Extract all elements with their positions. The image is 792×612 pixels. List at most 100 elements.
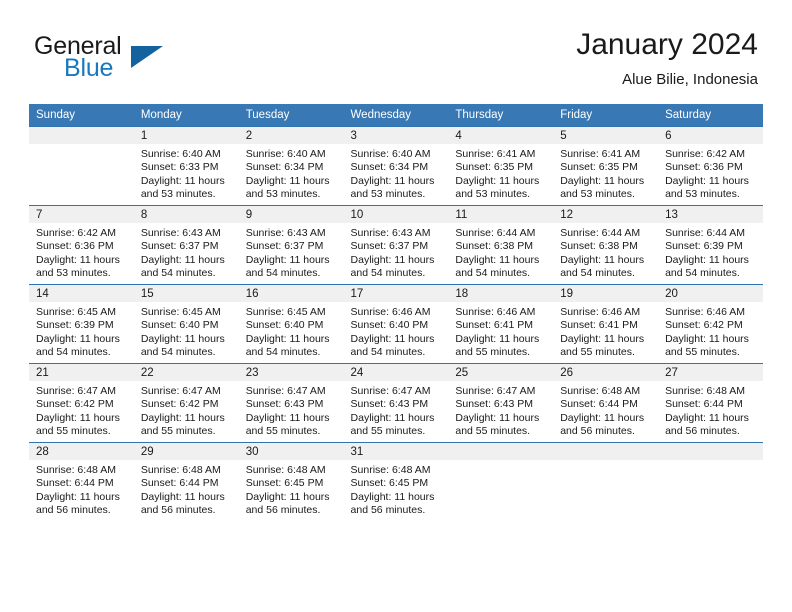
day-cell[interactable]: 6 Sunrise: 6:42 AM Sunset: 6:36 PM Daylight… xyxy=(658,126,763,206)
day-cell[interactable] xyxy=(448,442,554,521)
daylight-text-line2: and 53 minutes. xyxy=(350,188,426,201)
day-number: 27 xyxy=(658,364,763,381)
day-cell[interactable]: 4 Sunrise: 6:41 AM Sunset: 6:35 PM Daylight… xyxy=(448,126,554,206)
triangle-icon xyxy=(131,46,163,68)
day-number: 12 xyxy=(553,206,659,223)
sunrise-text: Sunrise: 6:45 AM xyxy=(245,306,326,318)
sunset-text: Sunset: 6:40 PM xyxy=(245,319,324,332)
daylight-text-line2: and 54 minutes. xyxy=(36,346,111,359)
day-number: 18 xyxy=(448,285,554,302)
day-cell[interactable]: 18 Sunrise: 6:46 AM Sunset: 6:41 PM Dayligh… xyxy=(448,284,554,364)
sunset-text: Sunset: 6:38 PM xyxy=(455,240,534,253)
day-cell[interactable]: 15 Sunrise: 6:45 AM Sunset: 6:40 PM Dayligh… xyxy=(133,284,239,364)
day-cell[interactable]: 19 Sunrise: 6:46 AM Sunset: 6:41 PM Dayligh… xyxy=(553,284,659,364)
day-cell[interactable]: 31 Sunrise: 6:48 AM Sunset: 6:45 PM Dayligh… xyxy=(343,442,449,521)
sunrise-text: Sunrise: 6:48 AM xyxy=(665,385,746,397)
sunrise-text: Sunrise: 6:43 AM xyxy=(140,227,221,239)
day-cell[interactable]: 1 Sunrise: 6:40 AM Sunset: 6:33 PM Daylight… xyxy=(133,126,239,206)
day-number: 31 xyxy=(343,443,449,460)
day-cell[interactable]: 29 Sunrise: 6:48 AM Sunset: 6:44 PM Dayligh… xyxy=(133,442,239,521)
sunrise-text: Sunrise: 6:44 AM xyxy=(665,227,746,239)
daylight-text-line1: Daylight: 11 hours xyxy=(140,253,225,266)
day-cell[interactable]: 10 Sunrise: 6:43 AM Sunset: 6:37 PM Dayligh… xyxy=(343,205,449,285)
day-number: 5 xyxy=(553,127,659,144)
day-cell[interactable]: 20 Sunrise: 6:46 AM Sunset: 6:42 PM Dayligh… xyxy=(658,284,763,364)
daylight-text-line2: and 54 minutes. xyxy=(245,267,321,280)
day-cell[interactable]: 25 Sunrise: 6:47 AM Sunset: 6:43 PM Dayligh… xyxy=(448,363,554,443)
daylight-text-line2: and 54 minutes. xyxy=(665,267,740,280)
daylight-text-line1: Daylight: 11 hours xyxy=(350,332,435,345)
daylight-text-line1: Daylight: 11 hours xyxy=(665,253,749,266)
day-cell[interactable]: 2 Sunrise: 6:40 AM Sunset: 6:34 PM Daylight… xyxy=(238,126,344,206)
daylight-text-line2: and 53 minutes. xyxy=(455,188,531,201)
day-cell[interactable]: 28 Sunrise: 6:48 AM Sunset: 6:44 PM Dayligh… xyxy=(29,442,134,521)
daylight-text-line2: and 55 minutes. xyxy=(560,346,635,359)
general-blue-logo[interactable]: General Blue xyxy=(34,34,274,90)
sunset-text: Sunset: 6:43 PM xyxy=(350,398,429,411)
sunrise-text: Sunrise: 6:46 AM xyxy=(560,306,641,318)
daylight-text-line1: Daylight: 11 hours xyxy=(140,174,225,187)
day-number: 6 xyxy=(658,127,763,144)
sunset-text: Sunset: 6:40 PM xyxy=(140,319,219,332)
day-cell[interactable] xyxy=(658,442,763,521)
daylight-text-line2: and 54 minutes. xyxy=(350,267,426,280)
daylight-text-line2: and 53 minutes. xyxy=(560,188,635,201)
sunrise-text: Sunrise: 6:46 AM xyxy=(665,306,746,318)
daylight-text-line2: and 53 minutes. xyxy=(245,188,321,201)
day-cell[interactable]: 27 Sunrise: 6:48 AM Sunset: 6:44 PM Dayligh… xyxy=(658,363,763,443)
sunrise-text: Sunrise: 6:42 AM xyxy=(36,227,116,239)
day-cell[interactable]: 17 Sunrise: 6:46 AM Sunset: 6:40 PM Dayligh… xyxy=(343,284,449,364)
sunset-text: Sunset: 6:44 PM xyxy=(36,477,114,490)
daylight-text-line2: and 55 minutes. xyxy=(350,425,426,438)
sunrise-text: Sunrise: 6:47 AM xyxy=(36,385,116,397)
daylight-text-line1: Daylight: 11 hours xyxy=(245,332,330,345)
sunset-text: Sunset: 6:34 PM xyxy=(350,161,429,174)
sunrise-text: Sunrise: 6:48 AM xyxy=(140,464,221,476)
day-number: 21 xyxy=(29,364,134,381)
day-cell[interactable]: 14 Sunrise: 6:45 AM Sunset: 6:39 PM Dayligh… xyxy=(29,284,134,364)
daylight-text-line1: Daylight: 11 hours xyxy=(245,490,330,503)
day-number: 7 xyxy=(29,206,134,223)
day-cell[interactable]: 9 Sunrise: 6:43 AM Sunset: 6:37 PM Daylight… xyxy=(238,205,344,285)
day-number: 4 xyxy=(448,127,554,144)
day-cell[interactable]: 5 Sunrise: 6:41 AM Sunset: 6:35 PM Daylight… xyxy=(553,126,659,206)
daylight-text-line1: Daylight: 11 hours xyxy=(350,174,435,187)
day-cell[interactable]: 26 Sunrise: 6:48 AM Sunset: 6:44 PM Dayligh… xyxy=(553,363,659,443)
calendar-week-row: 14 Sunrise: 6:45 AM Sunset: 6:39 PM Dayligh… xyxy=(29,284,763,364)
day-number: 17 xyxy=(343,285,449,302)
daylight-text-line2: and 55 minutes. xyxy=(140,425,216,438)
day-number: 11 xyxy=(448,206,554,223)
daylight-text-line1: Daylight: 11 hours xyxy=(455,332,540,345)
weekday-header-wednesday: Wednesday xyxy=(343,104,449,127)
sunset-text: Sunset: 6:37 PM xyxy=(350,240,429,253)
day-number: 24 xyxy=(343,364,449,381)
day-cell[interactable] xyxy=(553,442,659,521)
day-number: 26 xyxy=(553,364,659,381)
day-cell[interactable]: 30 Sunrise: 6:48 AM Sunset: 6:45 PM Dayligh… xyxy=(238,442,344,521)
day-number: 9 xyxy=(238,206,344,223)
day-cell[interactable]: 24 Sunrise: 6:47 AM Sunset: 6:43 PM Dayligh… xyxy=(343,363,449,443)
sunset-text: Sunset: 6:42 PM xyxy=(665,319,743,332)
day-cell[interactable]: 22 Sunrise: 6:47 AM Sunset: 6:42 PM Dayligh… xyxy=(133,363,239,443)
day-cell[interactable]: 12 Sunrise: 6:44 AM Sunset: 6:38 PM Dayligh… xyxy=(553,205,659,285)
sunset-text: Sunset: 6:36 PM xyxy=(665,161,743,174)
day-number: 25 xyxy=(448,364,554,381)
sunrise-text: Sunrise: 6:45 AM xyxy=(36,306,116,318)
sunrise-text: Sunrise: 6:43 AM xyxy=(245,227,326,239)
day-cell[interactable] xyxy=(29,126,134,206)
day-cell[interactable]: 11 Sunrise: 6:44 AM Sunset: 6:38 PM Dayligh… xyxy=(448,205,554,285)
day-cell[interactable]: 7 Sunrise: 6:42 AM Sunset: 6:36 PM Daylight… xyxy=(29,205,134,285)
sunrise-text: Sunrise: 6:40 AM xyxy=(350,148,431,160)
daylight-text-line2: and 56 minutes. xyxy=(350,504,426,517)
day-cell[interactable]: 23 Sunrise: 6:47 AM Sunset: 6:43 PM Dayligh… xyxy=(238,363,344,443)
daylight-text-line1: Daylight: 11 hours xyxy=(665,411,749,424)
sunrise-text: Sunrise: 6:48 AM xyxy=(560,385,641,397)
day-cell[interactable]: 16 Sunrise: 6:45 AM Sunset: 6:40 PM Dayligh… xyxy=(238,284,344,364)
day-cell[interactable]: 21 Sunrise: 6:47 AM Sunset: 6:42 PM Dayligh… xyxy=(29,363,134,443)
day-number xyxy=(448,443,554,460)
day-cell[interactable]: 13 Sunrise: 6:44 AM Sunset: 6:39 PM Dayligh… xyxy=(658,205,763,285)
day-cell[interactable]: 3 Sunrise: 6:40 AM Sunset: 6:34 PM Daylight… xyxy=(343,126,449,206)
day-number xyxy=(658,443,763,460)
daylight-text-line2: and 55 minutes. xyxy=(665,346,740,359)
day-cell[interactable]: 8 Sunrise: 6:43 AM Sunset: 6:37 PM Daylight… xyxy=(133,205,239,285)
